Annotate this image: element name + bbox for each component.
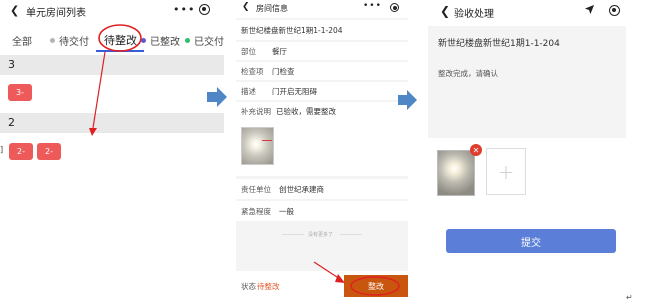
red-arrow-line	[313, 261, 341, 280]
red-arrow-line	[92, 51, 106, 129]
highlight-ellipse	[98, 24, 142, 52]
annotation-layer: ↵	[89, 24, 633, 302]
return-mark: ↵	[626, 293, 633, 302]
red-arrow-head	[89, 128, 97, 136]
blue-flow-arrow	[207, 87, 227, 107]
highlight-ellipse	[350, 276, 400, 296]
red-arrow-head	[335, 274, 345, 283]
blue-flow-arrow	[398, 90, 417, 110]
